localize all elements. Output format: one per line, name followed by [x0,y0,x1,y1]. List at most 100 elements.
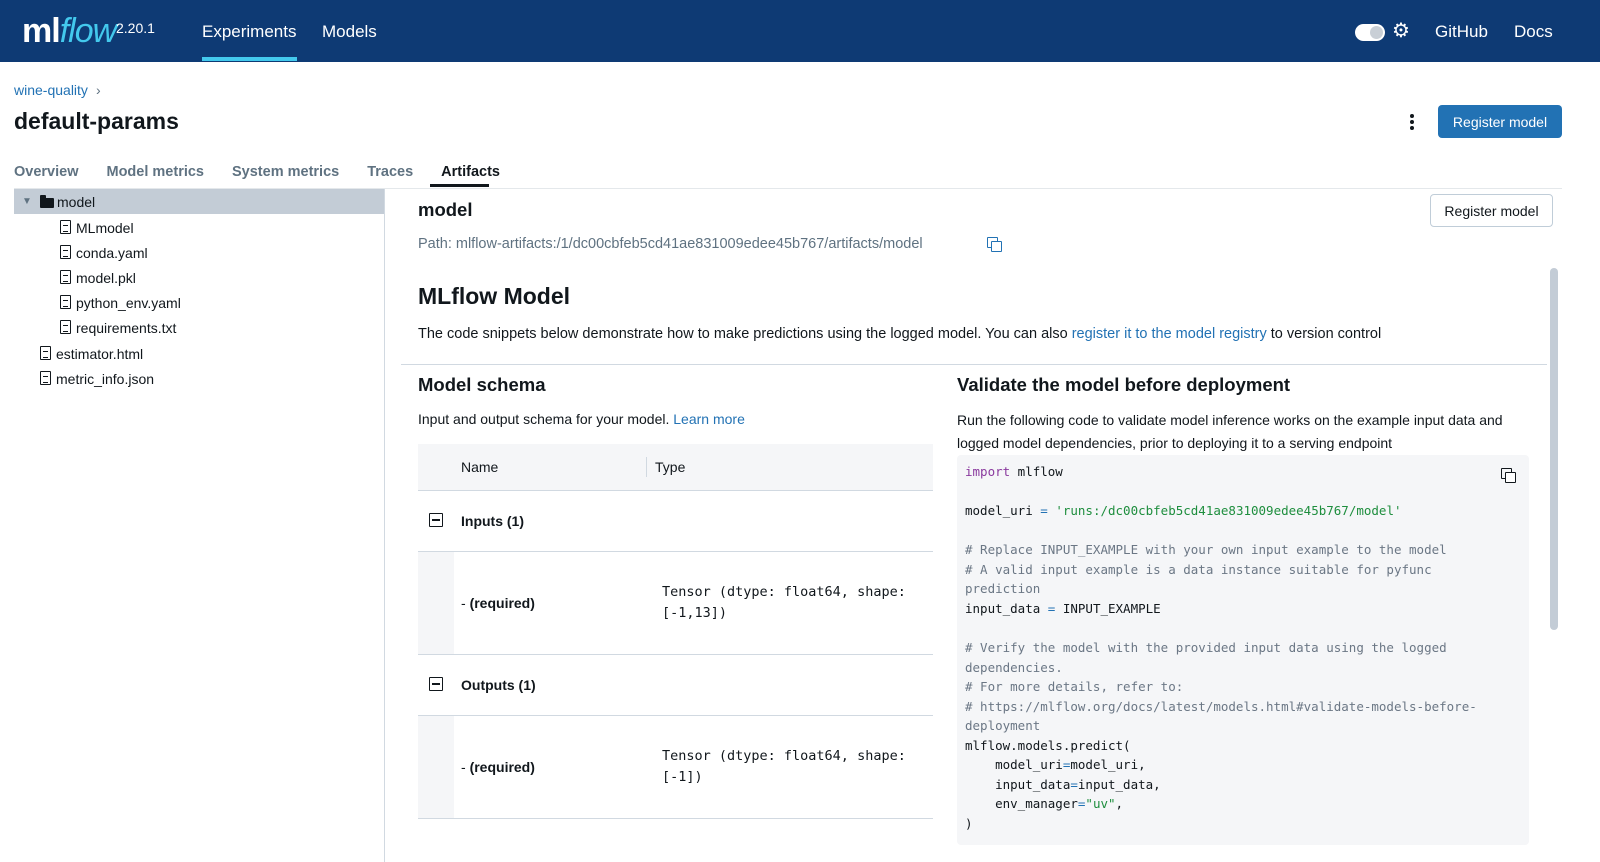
tree-label: model [57,193,96,210]
tree-label: python_env.yaml [76,294,181,311]
tree-file-requirements[interactable]: requirements.txt [14,315,384,340]
tree-file-mlmodel[interactable]: MLmodel [14,215,384,240]
mlflow-model-heading: MLflow Model [418,283,571,309]
code-text: input_data [965,777,1071,792]
field-type: Tensor (dtype: float64, shape: [-1,13]) [662,584,906,621]
nav-models[interactable]: Models [322,22,377,42]
code-comment: # A valid input example is a data instan… [965,562,1432,577]
breadcrumb: wine-quality › [14,82,101,98]
breadcrumb-experiment-link[interactable]: wine-quality [14,82,88,98]
nav-experiments[interactable]: Experiments [202,22,296,42]
collapse-icon[interactable] [429,677,443,691]
caret-down-icon[interactable]: ▼ [22,196,32,207]
nav-docs[interactable]: Docs [1514,22,1553,42]
dark-mode-toggle[interactable] [1355,24,1385,41]
tree-file-python-env[interactable]: python_env.yaml [14,290,384,315]
model-schema-heading: Model schema [418,374,546,395]
tree-label: model.pkl [76,269,136,286]
artifact-path: Path: mlflow-artifacts:/1/dc00cbfeb5cd41… [418,236,923,252]
tab-model-metrics[interactable]: Model metrics [107,164,205,188]
code-text: model_uri [965,757,1063,772]
code-line: input_data=input_data, [965,777,1161,792]
code-text: model_uri, [1070,757,1146,772]
field-required-label: (required) [469,759,535,775]
schema-group-outputs[interactable]: Outputs (1) [418,656,933,716]
code-operator: = [1070,777,1078,792]
tree-file-model-pkl[interactable]: model.pkl [14,265,384,290]
mlflow-model-description: The code snippets below demonstrate how … [418,326,1381,342]
mlflow-logo[interactable]: ml flow [22,12,117,52]
code-string: "uv" [1085,796,1116,811]
active-nav-indicator [202,57,297,61]
tree-file-metric-info[interactable]: metric_info.json [14,366,384,391]
code-line: ) [965,816,973,831]
logo-flow-text: flow [59,12,117,50]
register-registry-link[interactable]: register it to the model registry [1072,326,1267,342]
code-file-icon [40,371,51,385]
tree-folder-model[interactable]: ▼ model [14,189,384,214]
copy-code-icon[interactable] [1501,468,1516,483]
field-name: - (required) [461,595,535,611]
tree-label: estimator.html [56,345,144,362]
copy-icon[interactable] [987,237,1002,252]
column-header-name: Name [461,459,499,475]
code-comment: prediction [965,581,1041,596]
code-comment: # Verify the model with the provided inp… [965,640,1447,655]
logo-ml-text: ml [22,12,61,50]
schema-group-inputs[interactable]: Inputs (1) [418,492,933,552]
learn-more-link[interactable]: Learn more [673,411,745,427]
tab-traces[interactable]: Traces [367,164,413,188]
table-row: - (required) Tensor (dtype: float64, sha… [418,552,933,655]
field-prefix: - [461,595,470,611]
tree-file-estimator[interactable]: estimator.html [14,341,384,366]
group-label: Inputs (1) [461,513,524,529]
collapse-icon[interactable] [429,513,443,527]
scrollbar-thumb[interactable] [1550,268,1558,630]
code-line: mlflow.models.predict( [965,738,1131,753]
top-navigation-bar: ml flow 2.20.1 Experiments Models ⚙ GitHu… [0,0,1600,62]
page-title: default-params [14,108,179,134]
description-text: The code snippets below demonstrate how … [418,326,1072,342]
column-header-type: Type [655,459,686,475]
file-icon [60,220,71,234]
tab-system-metrics[interactable]: System metrics [232,164,339,188]
field-required-label: (required) [469,595,535,611]
settings-gear-icon[interactable]: ⚙ [1391,21,1411,41]
column-divider[interactable] [646,457,647,477]
tree-file-conda[interactable]: conda.yaml [14,240,384,265]
code-text: , [1115,796,1124,811]
register-model-button[interactable]: Register model [1438,105,1562,138]
nav-github[interactable]: GitHub [1435,22,1488,42]
section-divider [401,364,1547,365]
validate-description: Run the following code to validate model… [957,412,1503,451]
code-comment: deployment [965,718,1041,733]
code-comment: dependencies. [965,660,1063,675]
code-line: input_data = INPUT_EXAMPLE [965,601,1161,616]
code-line: model_uri = 'runs:/dc00cbfeb5cd41ae83100… [965,503,1402,518]
tree-label: metric_info.json [56,370,155,387]
code-text: input_data, [1077,777,1161,792]
tree-label: conda.yaml [76,244,148,261]
tab-overview[interactable]: Overview [14,164,79,188]
artifact-title: model [418,199,473,220]
validate-heading: Validate the model before deployment [957,374,1291,395]
code-line: import mlflow [965,464,1063,479]
code-text: model_uri [965,503,1041,518]
scrollbar[interactable] [1548,266,1560,862]
folder-icon [40,195,54,208]
field-prefix: - [461,759,470,775]
register-model-secondary-button[interactable]: Register model [1430,194,1553,227]
schema-subtitle-text: Input and output schema for your model. [418,411,674,427]
code-operator: = [1040,503,1048,518]
version-label: 2.20.1 [116,20,155,36]
field-name: - (required) [461,759,535,775]
chevron-right-icon: › [95,82,101,98]
code-file-icon [60,295,71,309]
code-keyword: import [965,464,1011,479]
tree-label: MLmodel [76,219,134,236]
field-type: Tensor (dtype: float64, shape: [-1]) [662,748,906,785]
code-file-icon [60,320,71,334]
more-options-icon[interactable] [1403,112,1421,132]
schema-table-header: Name Type [418,444,933,491]
model-schema-subtitle: Input and output schema for your model. … [418,411,745,427]
